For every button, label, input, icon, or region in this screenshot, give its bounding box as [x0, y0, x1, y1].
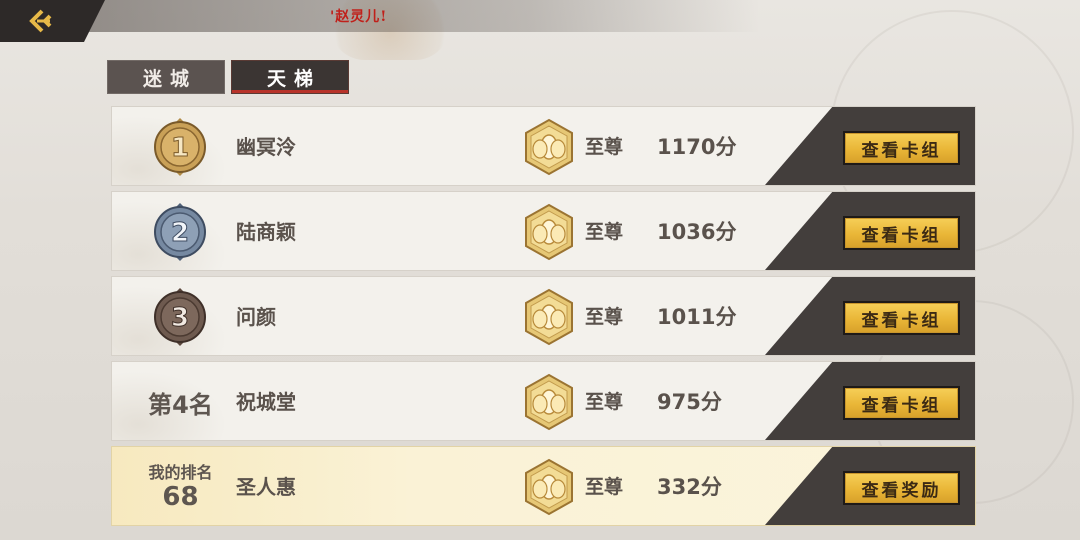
score: 332分	[657, 475, 722, 499]
tier-name: 至尊	[585, 221, 624, 243]
my-rank-row: 我的排名 68 圣人惠 至尊 332分 查看奖励	[111, 446, 976, 526]
tab-ladder[interactable]: 天梯	[231, 60, 349, 94]
leaderboard-row: 3 问颜 至尊 1011分 查看卡组	[111, 276, 976, 356]
view-deck-button[interactable]: 查看卡组	[843, 216, 960, 250]
view-rewards-button[interactable]: 查看奖励	[843, 471, 960, 505]
rank-2-medal-icon: 2	[154, 203, 206, 261]
player-name: 幽冥泠	[236, 135, 296, 159]
svg-text:3: 3	[171, 303, 189, 333]
view-deck-button[interactable]: 查看卡组	[843, 386, 960, 420]
rank-label: 第4名	[148, 390, 213, 419]
player-name: 陆商颖	[236, 220, 296, 244]
supreme-tier-icon	[525, 373, 573, 431]
leaderboard-row: 2 陆商颖 至尊 1036分 查看卡组	[111, 191, 976, 271]
tier-name: 至尊	[585, 391, 624, 413]
score: 1036分	[657, 220, 737, 244]
supreme-tier-icon	[525, 203, 573, 261]
tier-name: 至尊	[585, 306, 624, 328]
tab-bar: 迷城 天梯	[107, 60, 349, 94]
leaderboard-row: 第4名 祝城堂 至尊 975分 查看卡组	[111, 361, 976, 441]
tab-mystic-city[interactable]: 迷城	[107, 60, 225, 94]
my-rank-value: 68	[162, 482, 199, 512]
back-button[interactable]	[0, 0, 105, 42]
svg-text:1: 1	[171, 133, 189, 163]
back-arrow-icon	[29, 9, 52, 33]
player-name: 圣人惠	[236, 475, 296, 499]
my-rank: 我的排名 68	[128, 459, 233, 511]
leaderboard-row: 1 幽冥泠 至尊 1170分 查看卡组	[111, 106, 976, 186]
svg-text:2: 2	[171, 218, 189, 248]
marquee-text: '赵灵儿!	[330, 9, 388, 25]
my-rank-label: 我的排名	[148, 463, 213, 482]
supreme-tier-icon	[525, 288, 573, 346]
tier-name: 至尊	[585, 136, 624, 158]
tier-name: 至尊	[585, 476, 624, 498]
rank-1-medal-icon: 1	[154, 118, 206, 176]
supreme-tier-icon	[525, 118, 573, 176]
score: 1170分	[657, 135, 737, 159]
supreme-tier-icon	[525, 458, 573, 516]
view-deck-button[interactable]: 查看卡组	[843, 301, 960, 335]
rank-3-medal-icon: 3	[154, 288, 206, 346]
view-deck-button[interactable]: 查看卡组	[843, 131, 960, 165]
leaderboard-list: 1 幽冥泠 至尊 1170分 查看卡组 2 陆商颖 至尊 1036分 查看卡组 …	[111, 106, 976, 531]
score: 1011分	[657, 305, 737, 329]
player-name: 祝城堂	[236, 390, 296, 414]
player-name: 问颜	[236, 305, 276, 329]
score: 975分	[657, 390, 722, 414]
